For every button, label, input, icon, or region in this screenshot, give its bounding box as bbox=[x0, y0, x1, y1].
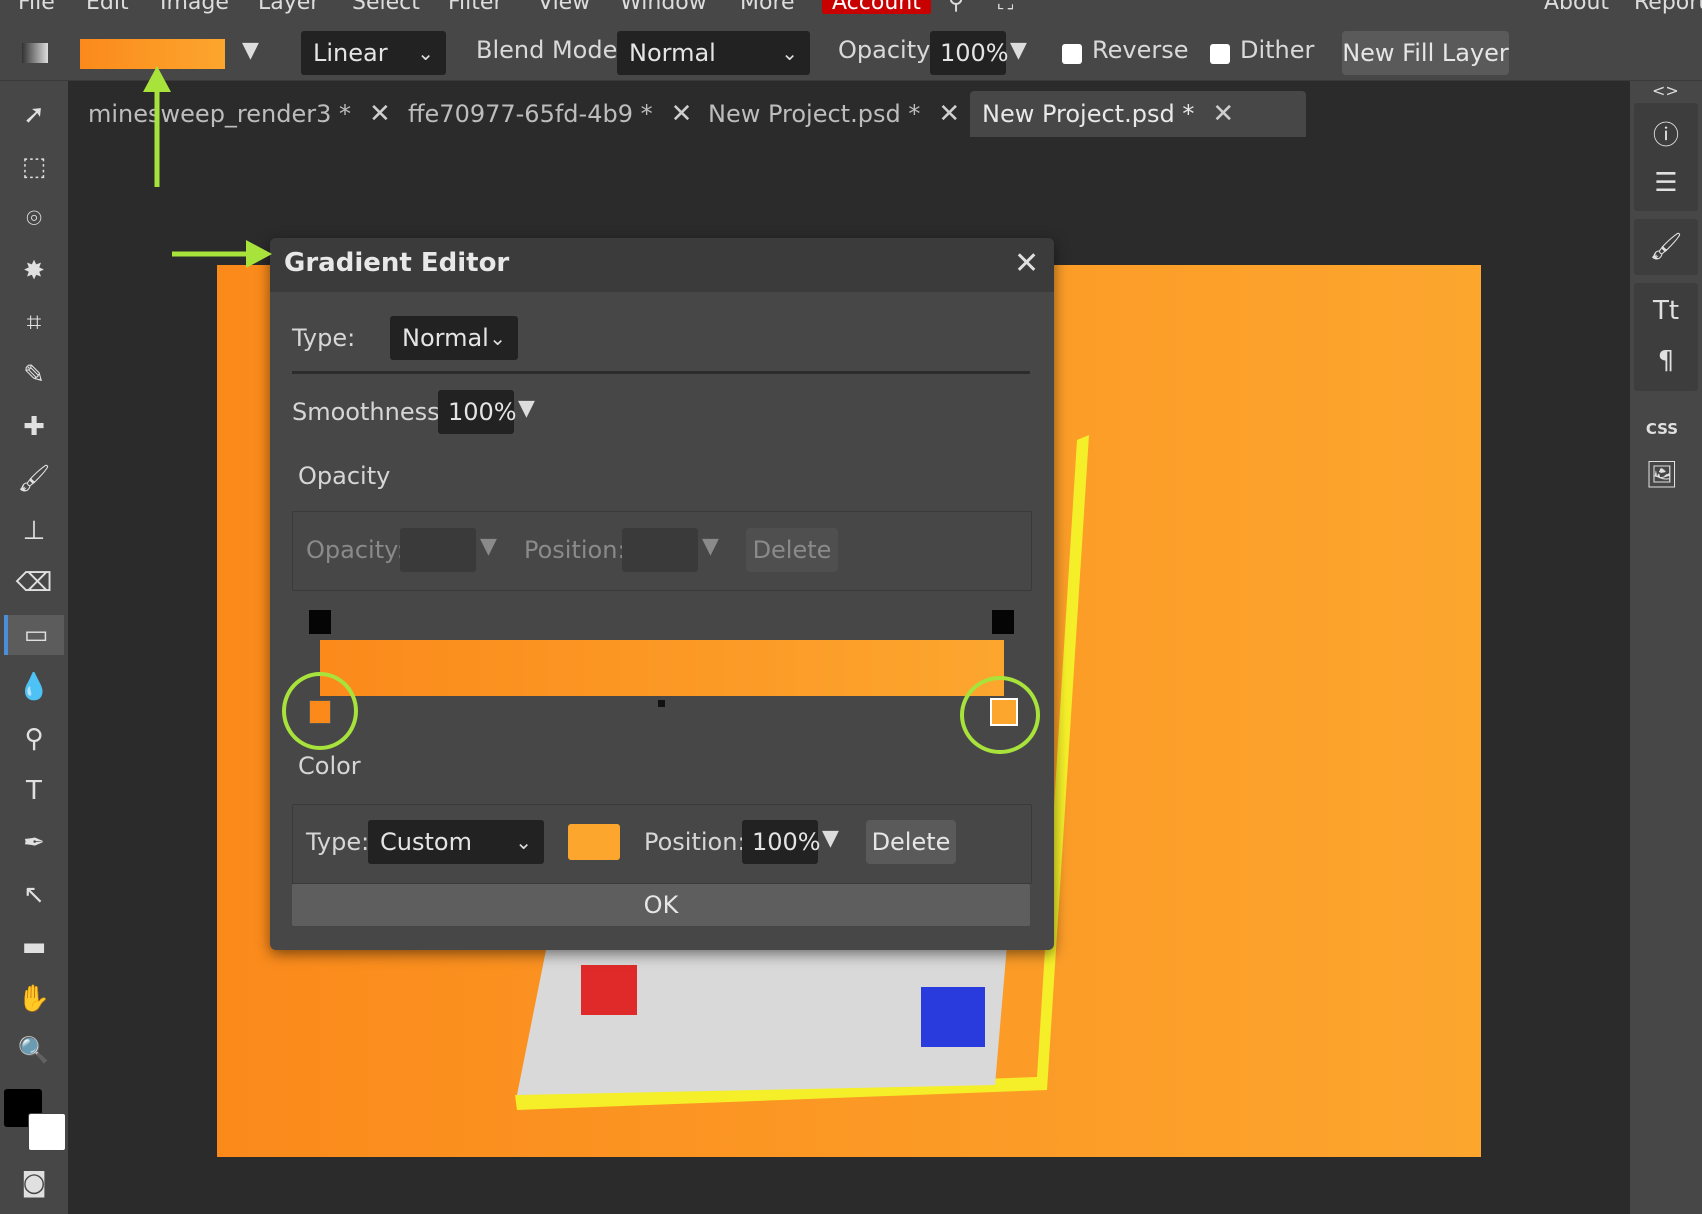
arrow-right-head bbox=[246, 240, 272, 268]
annotation-arrows bbox=[143, 66, 272, 268]
arrow-up-head bbox=[143, 66, 171, 92]
